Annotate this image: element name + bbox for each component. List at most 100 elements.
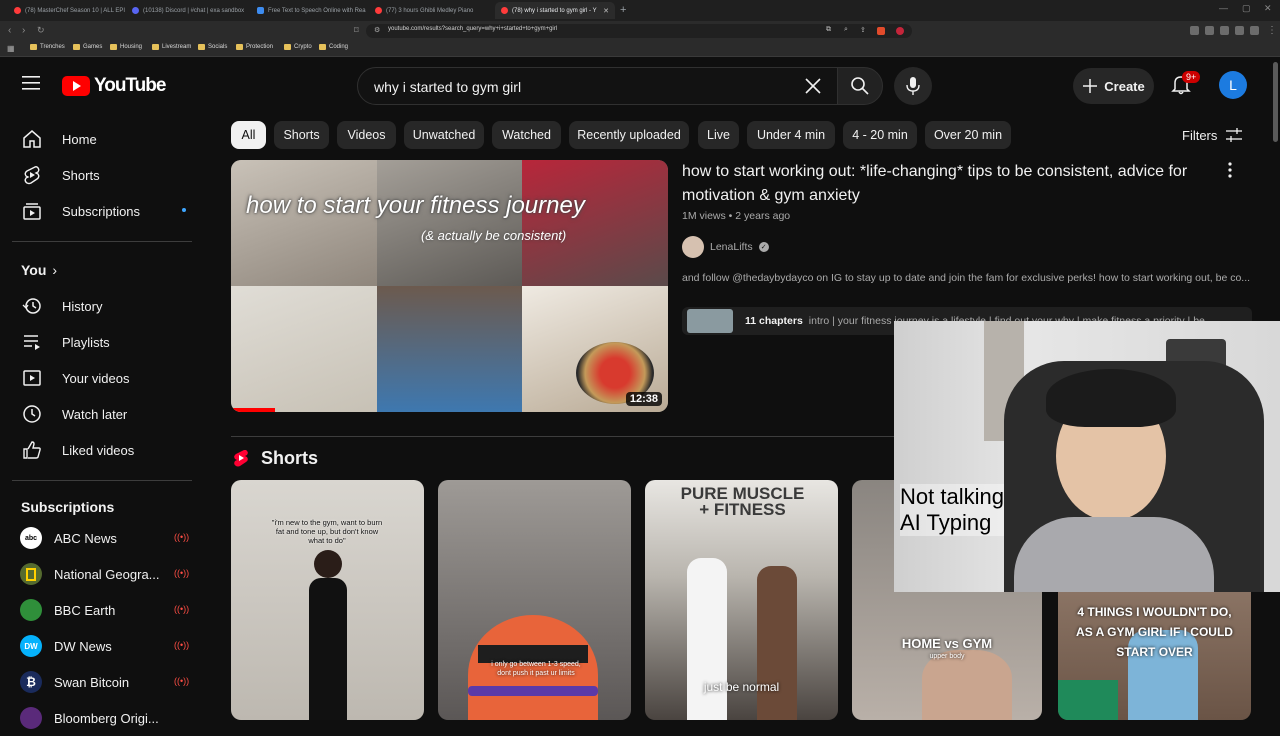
video-thumbnail[interactable]: how to start your fitness journey (& act… [231,160,668,412]
extension-icon[interactable] [896,27,904,35]
maximize-icon[interactable]: ▢ [1242,3,1251,14]
subscription-item[interactable]: ₿ Swan Bitcoin ((•)) [12,664,192,700]
live-indicator-icon: ((•)) [174,640,190,650]
bookmark-folder[interactable]: Livestream [152,44,191,50]
extension-icon[interactable] [877,27,885,35]
extension-icon[interactable] [1235,26,1244,35]
sidebar-item-playlists[interactable]: Playlists [12,324,192,360]
voice-search-button[interactable] [894,67,932,105]
shorts-shelf-header: Shorts [233,448,318,469]
extension-icon[interactable] [1220,26,1229,35]
extension-icon[interactable] [1190,26,1199,35]
sidebar-item-label: Shorts [62,167,100,183]
bookmark-icon[interactable]: ⌑ [354,25,359,36]
short-caption: just be normal [703,680,780,694]
chip-watched[interactable]: Watched [492,121,561,149]
subscription-item[interactable]: DW DW News ((•)) [12,628,192,664]
bookmark-folder[interactable]: Coding [319,44,348,50]
hamburger-menu-icon[interactable] [22,75,42,91]
chip-videos[interactable]: Videos [337,121,396,149]
bookmark-folder[interactable]: Crypto [284,44,312,50]
site-info-icon[interactable]: ⚙ [374,26,380,34]
sidebar-item-home[interactable]: Home [12,121,192,157]
chip-4-20-min[interactable]: 4 - 20 min [843,121,917,149]
sidebar-item-shorts[interactable]: Shorts [12,157,192,193]
subscription-item[interactable]: Bloomberg Origi... [12,700,192,736]
browser-tab-active[interactable]: (78) why i started to gym girl - Y ✕ [495,2,615,19]
forward-icon[interactable]: › [22,25,25,36]
bookmark-folder[interactable]: Socials [198,44,227,50]
browser-tab[interactable]: (77) 3 hours Ghibli Medley Piano [369,2,495,19]
close-tab-icon[interactable]: ✕ [603,7,609,15]
search-input[interactable] [372,78,776,96]
your-videos-icon [20,368,44,388]
chip-unwatched[interactable]: Unwatched [404,121,484,149]
shorts-icon [20,165,44,185]
browser-menu-icon[interactable]: ⋮ [1267,25,1277,36]
sidebar-item-history[interactable]: History [12,288,192,324]
share-icon[interactable]: ⇪ [860,26,866,34]
sidebar-item-watch-later[interactable]: Watch later [12,396,192,432]
extension-icon[interactable] [1250,26,1259,35]
sidebar-item-your-videos[interactable]: Your videos [12,360,192,396]
search-button[interactable] [837,67,883,105]
chip-live[interactable]: Live [698,121,739,149]
chip-shorts[interactable]: Shorts [274,121,329,149]
bookmark-label: Crypto [294,44,312,50]
open-in-icon[interactable]: ⧉ [826,26,831,34]
subscription-item[interactable]: National Geogra... ((•)) [12,556,192,592]
bookmark-folder[interactable]: Trenches [30,44,65,50]
video-title[interactable]: how to start working out: *life-changing… [682,160,1212,208]
sidebar-item-label: History [62,298,103,314]
channel-avatar: DW [20,635,42,657]
sidebar-item-subscriptions[interactable]: Subscriptions [12,193,192,229]
sidebar-item-label: Watch later [62,406,128,422]
bookmark-folder[interactable]: Protection [236,44,273,50]
sidebar-divider [12,241,192,242]
apps-icon[interactable]: ▦ [7,44,15,53]
create-button[interactable]: Create [1073,68,1154,104]
live-indicator-icon: ((•)) [174,568,190,578]
chip-under-4-min[interactable]: Under 4 min [747,121,835,149]
folder-icon [198,44,205,50]
new-tab-icon[interactable]: + [620,4,626,16]
thumbnail-collage-photo [377,286,522,412]
bookmark-folder[interactable]: Housing [110,44,142,50]
chip-recently-uploaded[interactable]: Recently uploaded [569,121,689,149]
channel-avatar: ₿ [20,671,42,693]
browser-tab[interactable]: (10138) Discord | #chat | exa sandbox [126,2,251,19]
account-avatar[interactable]: L [1219,71,1247,99]
short-card[interactable]: "i'm new to the gym, want to burn fat an… [231,480,424,720]
browser-tab[interactable]: (78) MasterChef Season 10 | ALL EPI [8,2,126,19]
filters-button[interactable]: Filters [1182,127,1243,143]
gym-equipment-image [1058,680,1118,720]
youtube-logo[interactable]: YouTube [62,75,166,97]
chip-all[interactable]: All [231,121,266,149]
subscription-item[interactable]: BBC Earth ((•)) [12,592,192,628]
short-person-image [757,566,797,720]
subscription-item[interactable]: abc ABC News ((•)) [12,520,192,556]
zoom-icon[interactable]: ⌕ [844,26,848,34]
subscription-label: DW News [54,638,112,654]
short-caption: i only go between 1-3 speed, dont push i… [491,661,581,677]
close-window-icon[interactable]: ✕ [1264,3,1272,14]
you-section-header[interactable]: You › [21,262,57,278]
back-icon[interactable]: ‹ [8,25,11,36]
short-person-image [687,558,727,720]
address-bar[interactable]: ⚙ youtube.com/results?search_query=why+i… [366,24,912,38]
bookmark-folder[interactable]: Games [73,44,102,50]
channel-link[interactable]: LenaLifts ✓ [682,236,769,258]
chip-over-20-min[interactable]: Over 20 min [925,121,1011,149]
sidebar-item-liked-videos[interactable]: Liked videos [12,432,192,468]
reload-icon[interactable]: ↻ [37,25,45,36]
browser-tab[interactable]: Free Text to Speech Online with Rea [251,2,369,19]
page-scrollbar[interactable] [1273,62,1278,142]
short-card[interactable]: i only go between 1-3 speed, dont push i… [438,480,631,720]
search-box[interactable] [357,67,838,105]
live-indicator-icon: ((•)) [174,604,190,614]
extension-icon[interactable] [1205,26,1214,35]
clear-search-icon[interactable] [803,76,823,96]
short-card[interactable]: PURE MUSCLE + FITNESS just be normal [645,480,838,720]
minimize-icon[interactable]: — [1219,3,1228,13]
more-actions-icon[interactable] [1227,162,1233,178]
